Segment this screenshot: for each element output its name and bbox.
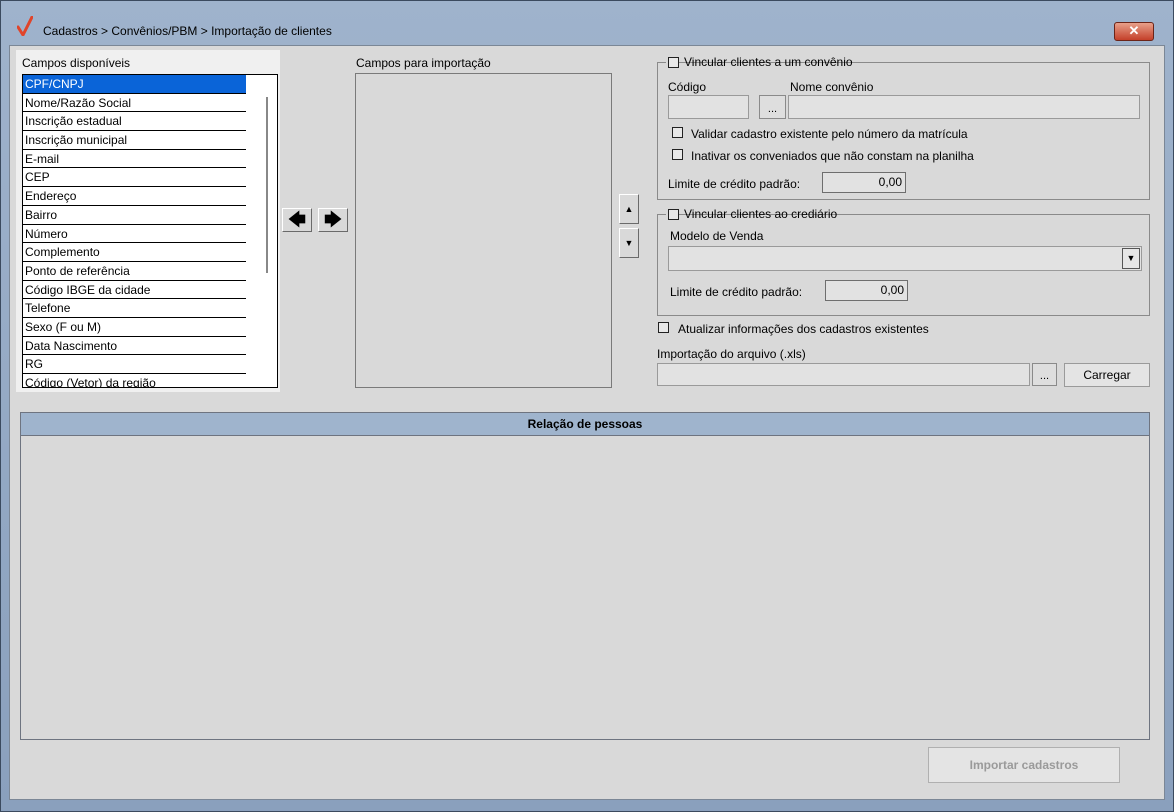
list-item[interactable]: RG <box>23 355 246 374</box>
list-item[interactable]: Código (Vetor) da região <box>23 374 246 387</box>
chevron-down-icon: ▼ <box>624 238 634 248</box>
list-item[interactable]: CPF/CNPJ <box>23 75 246 94</box>
window-title: Cadastros > Convênios/PBM > Importação d… <box>43 24 332 38</box>
move-right-button[interactable]: 🡆 <box>318 208 348 232</box>
list-scrollbar[interactable] <box>266 97 268 273</box>
convenio-legend[interactable]: Vincular clientes a um convênio <box>666 54 853 70</box>
nome-convenio-label: Nome convênio <box>790 80 874 94</box>
move-up-button[interactable]: ▲ <box>619 194 639 224</box>
list-item[interactable]: Código IBGE da cidade <box>23 281 246 300</box>
arrow-left-icon: 🡄 <box>288 210 306 229</box>
available-fields-list[interactable]: CPF/CNPJ Nome/Razão Social Inscrição est… <box>22 74 278 388</box>
importar-cadastros-button[interactable]: Importar cadastros <box>928 747 1120 783</box>
list-item[interactable]: Número <box>23 225 246 244</box>
import-fields-label: Campos para importação <box>356 56 491 70</box>
codigo-input[interactable] <box>668 95 749 119</box>
list-item[interactable]: CEP <box>23 168 246 188</box>
list-item[interactable]: Sexo (F ou M) <box>23 318 246 337</box>
arrow-right-icon: 🡆 <box>324 210 342 229</box>
list-item[interactable]: Endereço <box>23 187 246 206</box>
list-item[interactable]: Inscrição municipal <box>23 131 246 150</box>
nome-convenio-input[interactable] <box>788 95 1140 119</box>
list-item[interactable]: Data Nascimento <box>23 337 246 356</box>
convenio-checkbox[interactable] <box>668 57 679 68</box>
app-check-icon <box>17 16 33 36</box>
carregar-button[interactable]: Carregar <box>1064 363 1150 387</box>
move-down-button[interactable]: ▼ <box>619 228 639 258</box>
grid-header: Relação de pessoas <box>21 413 1149 436</box>
crediario-limite-label: Limite de crédito padrão: <box>670 285 803 299</box>
arquivo-label: Importação do arquivo (.xls) <box>657 347 806 361</box>
client-area: Campos disponíveis CPF/CNPJ Nome/Razão S… <box>9 45 1165 800</box>
crediario-limite-input[interactable]: 0,00 <box>825 280 908 301</box>
list-item[interactable]: Complemento <box>23 243 246 262</box>
list-item[interactable]: Inscrição estadual <box>23 112 246 132</box>
list-item[interactable]: Ponto de referência <box>23 262 246 281</box>
crediario-legend[interactable]: Vincular clientes ao crediário <box>666 206 837 222</box>
chevron-up-icon: ▲ <box>624 204 634 214</box>
ellipsis-icon: ... <box>1039 370 1050 382</box>
crediario-checkbox[interactable] <box>668 209 679 220</box>
convenio-browse-button[interactable]: ... <box>759 95 786 119</box>
list-item[interactable]: Bairro <box>23 206 246 225</box>
list-item[interactable]: Telefone <box>23 299 246 318</box>
ellipsis-icon: ... <box>767 103 778 115</box>
inativar-checkbox[interactable] <box>672 149 683 160</box>
convenio-checkbox-label: Vincular clientes a um convênio <box>684 55 853 69</box>
validar-label: Validar cadastro existente pelo número d… <box>691 127 968 141</box>
close-button[interactable]: ✕ <box>1114 22 1154 41</box>
atualizar-checkbox[interactable] <box>658 322 669 333</box>
chevron-down-icon[interactable]: ▼ <box>1122 248 1140 269</box>
available-fields-panel: Campos disponíveis CPF/CNPJ Nome/Razão S… <box>16 50 280 392</box>
move-left-button[interactable]: 🡄 <box>282 208 312 232</box>
validar-checkbox[interactable] <box>672 127 683 138</box>
modelo-venda-label: Modelo de Venda <box>670 229 764 243</box>
modelo-venda-select[interactable]: ▼ <box>668 246 1142 271</box>
list-item[interactable]: Nome/Razão Social <box>23 94 246 113</box>
main-window: Cadastros > Convênios/PBM > Importação d… <box>0 0 1174 812</box>
crediario-checkbox-label: Vincular clientes ao crediário <box>684 207 838 221</box>
title-bar[interactable]: Cadastros > Convênios/PBM > Importação d… <box>1 1 1173 45</box>
arquivo-browse-button[interactable]: ... <box>1032 363 1057 386</box>
available-fields-label: Campos disponíveis <box>22 56 131 70</box>
atualizar-label: Atualizar informações dos cadastros exis… <box>678 322 929 336</box>
list-item[interactable]: E-mail <box>23 150 246 169</box>
pessoas-grid[interactable]: Relação de pessoas <box>20 412 1150 740</box>
inativar-label: Inativar os conveniados que não constam … <box>691 149 974 163</box>
convenio-limite-input[interactable]: 0,00 <box>822 172 906 193</box>
codigo-label: Código <box>668 80 707 94</box>
arquivo-input[interactable] <box>657 363 1030 386</box>
import-fields-list[interactable] <box>355 73 612 388</box>
convenio-limite-label: Limite de crédito padrão: <box>668 177 801 191</box>
close-icon: ✕ <box>1128 23 1140 38</box>
